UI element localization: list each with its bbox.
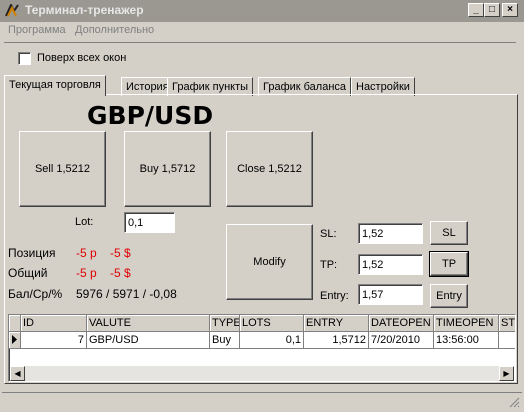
close-position-button[interactable]: Close 1,5212 [226, 131, 313, 207]
sl-label: SL: [320, 228, 337, 240]
options-group: Поверх всех окон [4, 42, 516, 69]
minimize-button[interactable]: _ [468, 3, 484, 17]
grid-header-valute[interactable]: VALUTE [87, 315, 210, 332]
table-cell[interactable] [499, 332, 515, 349]
grid-header-entry[interactable]: ENTRY [304, 315, 369, 332]
tp-label: TP: [320, 259, 338, 271]
buy-button[interactable]: Buy 1,5712 [124, 131, 211, 207]
lot-input[interactable] [124, 212, 175, 233]
maximize-button[interactable]: □ [484, 3, 500, 17]
sl-input[interactable] [358, 223, 423, 244]
always-on-top-checkbox[interactable] [18, 52, 31, 65]
total-money: -5 $ [110, 266, 131, 280]
table-cell[interactable]: Buy [210, 332, 240, 349]
grid-header-timeopen[interactable]: TIMEOPEN [434, 315, 499, 332]
scroll-right-icon[interactable]: ▶ [499, 366, 514, 381]
always-on-top-label[interactable]: Поверх всех окон [37, 52, 126, 64]
entry-button[interactable]: Entry [430, 284, 468, 308]
grid-header-st[interactable]: ST [499, 315, 515, 332]
row-pointer-icon [12, 335, 17, 344]
sl-button[interactable]: SL [430, 221, 468, 245]
resize-grip-icon[interactable] [508, 396, 520, 408]
menu-additional[interactable]: Дополнительно [75, 24, 154, 36]
sell-button[interactable]: Sell 1,5212 [19, 131, 106, 207]
title-bar[interactable]: Терминал-тренажер _ □ × [0, 0, 524, 22]
row-indicator [9, 332, 21, 349]
entry-label: Entry: [320, 290, 349, 302]
tp-input[interactable] [358, 254, 423, 275]
total-points: -5 р [76, 266, 97, 280]
grid-header-dateopen[interactable]: DATEOPEN [369, 315, 434, 332]
table-cell[interactable]: 7 [21, 332, 87, 349]
app-icon [5, 2, 20, 18]
menu-bar: Программа Дополнительно [0, 22, 524, 40]
table-cell[interactable]: 7/20/2010 [369, 332, 434, 349]
total-label: Общий [8, 266, 48, 280]
tab-current-trading[interactable]: Текущая торговля [4, 75, 106, 96]
window-title: Терминал-тренажер [25, 3, 144, 17]
status-bar [2, 392, 522, 410]
scroll-left-icon[interactable]: ◀ [10, 366, 25, 381]
modify-button[interactable]: Modify [226, 224, 313, 300]
table-cell[interactable]: GBP/USD [87, 332, 210, 349]
table-cell[interactable]: 13:56:00 [434, 332, 499, 349]
lot-label: Lot: [75, 216, 94, 228]
grid-horizontal-scrollbar[interactable]: ◀ ▶ [10, 366, 514, 381]
entry-input[interactable] [358, 284, 423, 305]
close-window-button[interactable]: × [502, 3, 518, 17]
menu-program[interactable]: Программа [8, 24, 66, 36]
grid-indicator-header [9, 315, 21, 332]
position-money: -5 $ [110, 246, 131, 260]
tp-button[interactable]: TP [429, 251, 469, 277]
grid-header-id[interactable]: ID [21, 315, 87, 332]
grid-header-type[interactable]: TYPE [210, 315, 240, 332]
table-cell[interactable]: 1,5712 [304, 332, 369, 349]
table-cell[interactable]: 0,1 [240, 332, 304, 349]
symbol-title: GBP/USD [87, 101, 214, 130]
balance-label: Бал/Ср/% [8, 287, 63, 301]
balance-value: 5976 / 5971 / -0,08 [76, 287, 177, 301]
position-label: Позиция [8, 246, 56, 260]
grid-header-lots[interactable]: LOTS [240, 315, 304, 332]
position-points: -5 р [76, 246, 97, 260]
